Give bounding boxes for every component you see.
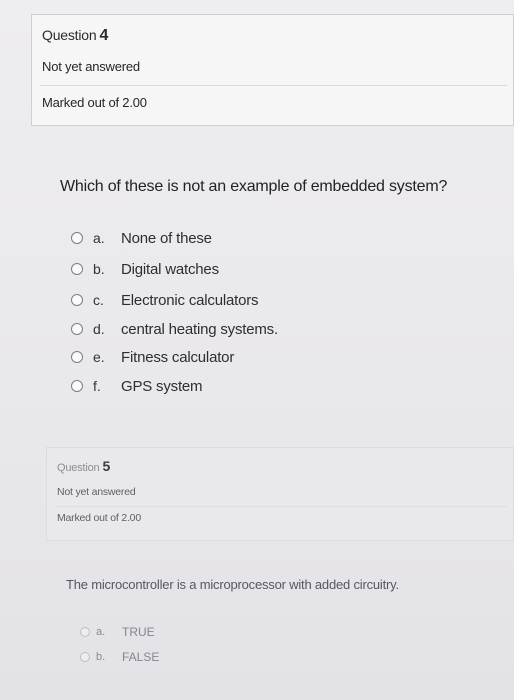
radio-button[interactable] bbox=[71, 263, 83, 275]
option-letter: b. bbox=[93, 261, 105, 277]
option-d[interactable]: d. central heating systems. bbox=[71, 319, 278, 339]
option-label: central heating systems. bbox=[121, 320, 278, 338]
option-letter: c. bbox=[93, 292, 104, 308]
radio-button[interactable] bbox=[71, 323, 83, 335]
info-divider bbox=[55, 506, 507, 507]
quiz-page: Question 4 Not yet answered Marked out of… bbox=[0, 0, 514, 700]
radio-button[interactable] bbox=[71, 232, 83, 244]
option-c[interactable]: c. Electronic calculators bbox=[71, 290, 259, 310]
question-label: Question bbox=[57, 462, 100, 474]
option-letter: a. bbox=[96, 626, 106, 638]
option-label: Digital watches bbox=[121, 260, 219, 278]
option-letter: a. bbox=[93, 230, 105, 246]
option-true[interactable]: a. TRUE bbox=[80, 622, 155, 642]
question-4-text: Which of these is not an example of embe… bbox=[60, 178, 448, 195]
radio-button[interactable] bbox=[71, 351, 83, 363]
question-4-marks: Marked out of 2.00 bbox=[42, 95, 147, 110]
question-4-status: Not yet answered bbox=[42, 59, 140, 74]
option-letter: f. bbox=[93, 378, 101, 394]
info-divider bbox=[40, 85, 507, 86]
option-label: Electronic calculators bbox=[121, 291, 259, 309]
question-5-info-box: Question 5 Not yet answered Marked out of… bbox=[46, 447, 514, 541]
radio-button[interactable] bbox=[71, 294, 83, 306]
radio-button[interactable] bbox=[80, 652, 90, 662]
question-4-info-box: Question 4 Not yet answered Marked out of… bbox=[31, 14, 514, 126]
option-label: GPS system bbox=[121, 377, 203, 395]
option-a[interactable]: a. None of these bbox=[71, 228, 212, 248]
radio-button[interactable] bbox=[71, 380, 83, 392]
option-letter: e. bbox=[93, 349, 105, 365]
question-5-title: Question 5 bbox=[57, 458, 110, 474]
option-false[interactable]: b. FALSE bbox=[80, 647, 159, 667]
option-b[interactable]: b. Digital watches bbox=[71, 259, 219, 279]
option-label: FALSE bbox=[122, 650, 160, 664]
question-4-title: Question 4 bbox=[42, 27, 108, 45]
option-f[interactable]: f. GPS system bbox=[71, 376, 203, 396]
option-label: Fitness calculator bbox=[121, 348, 235, 366]
question-number: 4 bbox=[99, 27, 109, 44]
option-label: None of these bbox=[121, 229, 212, 247]
option-e[interactable]: e. Fitness calculator bbox=[71, 347, 234, 367]
option-letter: d. bbox=[93, 321, 105, 337]
question-label: Question bbox=[42, 27, 97, 43]
question-number: 5 bbox=[102, 458, 111, 474]
option-letter: b. bbox=[96, 651, 106, 663]
question-5-marks: Marked out of 2.00 bbox=[57, 512, 141, 524]
question-5-text: The microcontroller is a microprocessor … bbox=[66, 577, 399, 592]
radio-button[interactable] bbox=[80, 627, 90, 637]
option-label: TRUE bbox=[122, 625, 155, 639]
question-5-status: Not yet answered bbox=[57, 486, 136, 498]
